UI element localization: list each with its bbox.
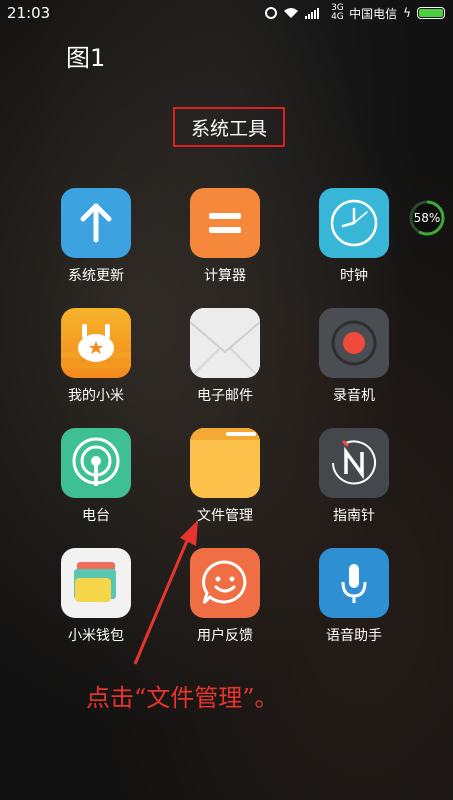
- instruction-annotation: 点击“文件管理”。: [86, 684, 279, 712]
